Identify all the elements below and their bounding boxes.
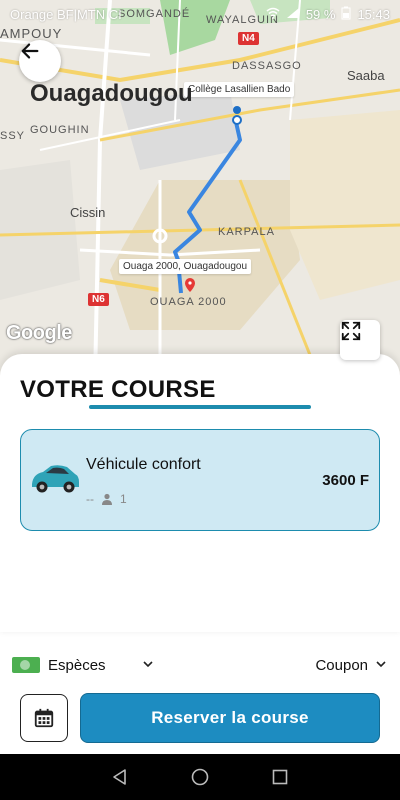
clock-text: 15:43	[357, 6, 390, 22]
map-view[interactable]: SOMGANDÉ WAYALGUIN AMPOUY N4 DASSASGO Sa…	[0, 0, 400, 380]
carrier-text: Orange BF|MTN CI	[10, 6, 122, 22]
book-ride-button[interactable]: Reserver la course	[80, 693, 380, 743]
map-label-ouaga2000: OUAGA 2000	[150, 296, 227, 308]
vehicle-option-card[interactable]: Véhicule confort 3600 F -- 1	[20, 429, 380, 531]
vehicle-name: Véhicule confort	[86, 456, 201, 473]
payment-row: Espèces Coupon	[12, 652, 388, 678]
fullscreen-icon	[341, 321, 361, 341]
coupon-label: Coupon	[315, 656, 368, 674]
map-label-dassasgo: DASSASGO	[232, 60, 302, 72]
person-icon	[102, 493, 112, 505]
origin-place-tag: Collège Lasallien Bado	[184, 82, 295, 97]
map-label-saaba: Saaba	[347, 68, 385, 83]
arrow-left-icon	[21, 43, 39, 59]
coupon-select[interactable]: Coupon	[315, 657, 388, 674]
map-label-ssy: SSY	[0, 130, 26, 142]
destination-place-tag: Ouaga 2000, Ouagadougou	[119, 259, 251, 274]
ride-sheet: VOTRE COURSE Véhicule confort 3600 F -- …	[0, 354, 400, 632]
wifi-icon	[266, 7, 280, 22]
chevron-down-icon	[376, 661, 386, 668]
road-badge-n4: N4	[238, 32, 259, 45]
title-underline	[89, 405, 311, 409]
google-logo: Google	[6, 322, 72, 344]
back-button[interactable]	[19, 40, 61, 82]
map-label-karpala: KARPALA	[218, 226, 275, 238]
chevron-down-icon	[142, 661, 153, 668]
recents-nav-icon[interactable]	[271, 768, 289, 786]
back-nav-icon[interactable]	[111, 768, 129, 786]
android-nav-bar	[0, 754, 400, 800]
home-nav-icon[interactable]	[190, 767, 210, 787]
road-badge-n6: N6	[88, 293, 109, 306]
battery-text: 59 %	[305, 6, 336, 22]
payment-method-select[interactable]: Espèces	[12, 657, 154, 674]
cash-icon	[12, 657, 40, 673]
map-city-label: Ouagadougou	[30, 80, 193, 107]
battery-icon	[341, 6, 351, 23]
map-label-kampouy: AMPOUY	[0, 26, 63, 41]
vehicle-eta: --	[86, 492, 94, 506]
vehicle-seats: 1	[120, 492, 127, 506]
status-bar: Orange BF|MTN CI 59 % 15:43	[0, 0, 400, 28]
payment-method-label: Espèces	[48, 656, 106, 674]
signal-icon	[286, 7, 300, 22]
map-label-goughin: GOUGHIN	[30, 124, 90, 136]
calendar-icon	[34, 708, 54, 728]
schedule-button[interactable]	[20, 694, 68, 742]
car-icon	[32, 465, 79, 493]
map-label-cissin: Cissin	[70, 205, 106, 220]
vehicle-meta: -- 1	[86, 492, 127, 506]
sheet-title: VOTRE COURSE	[20, 376, 216, 403]
fullscreen-button[interactable]	[340, 320, 380, 360]
vehicle-price: 3600 F	[322, 472, 369, 489]
